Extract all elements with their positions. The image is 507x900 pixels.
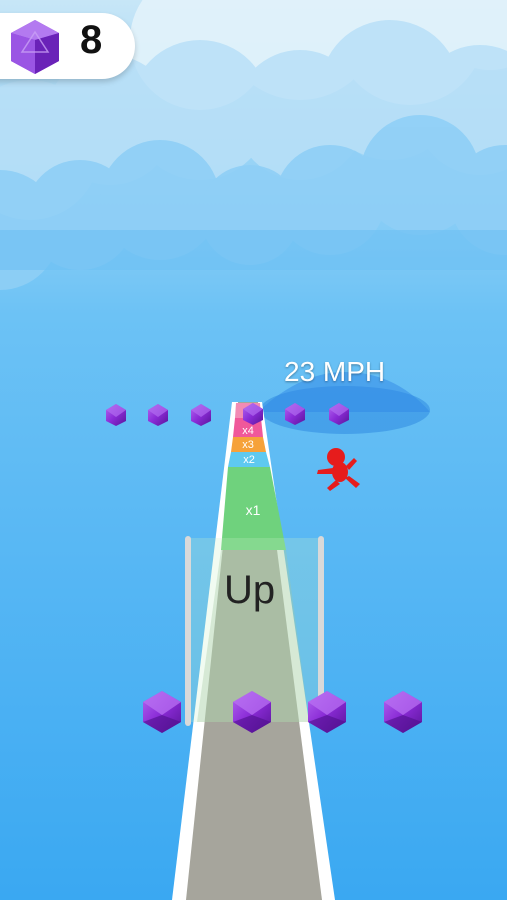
speed-indicator: 23 MPH	[284, 356, 386, 387]
gate-label: Up	[224, 568, 276, 612]
multiplier-x1: x1	[246, 502, 261, 518]
game-scene: x4 x3 x2 x1	[0, 0, 507, 900]
gem-count-value: 8	[80, 18, 103, 62]
multiplier-x2: x2	[243, 454, 255, 466]
gem-icon	[11, 20, 59, 74]
gate-post-left	[185, 536, 191, 726]
multiplier-x3: x3	[242, 439, 254, 451]
multiplier-x4: x4	[242, 425, 254, 437]
